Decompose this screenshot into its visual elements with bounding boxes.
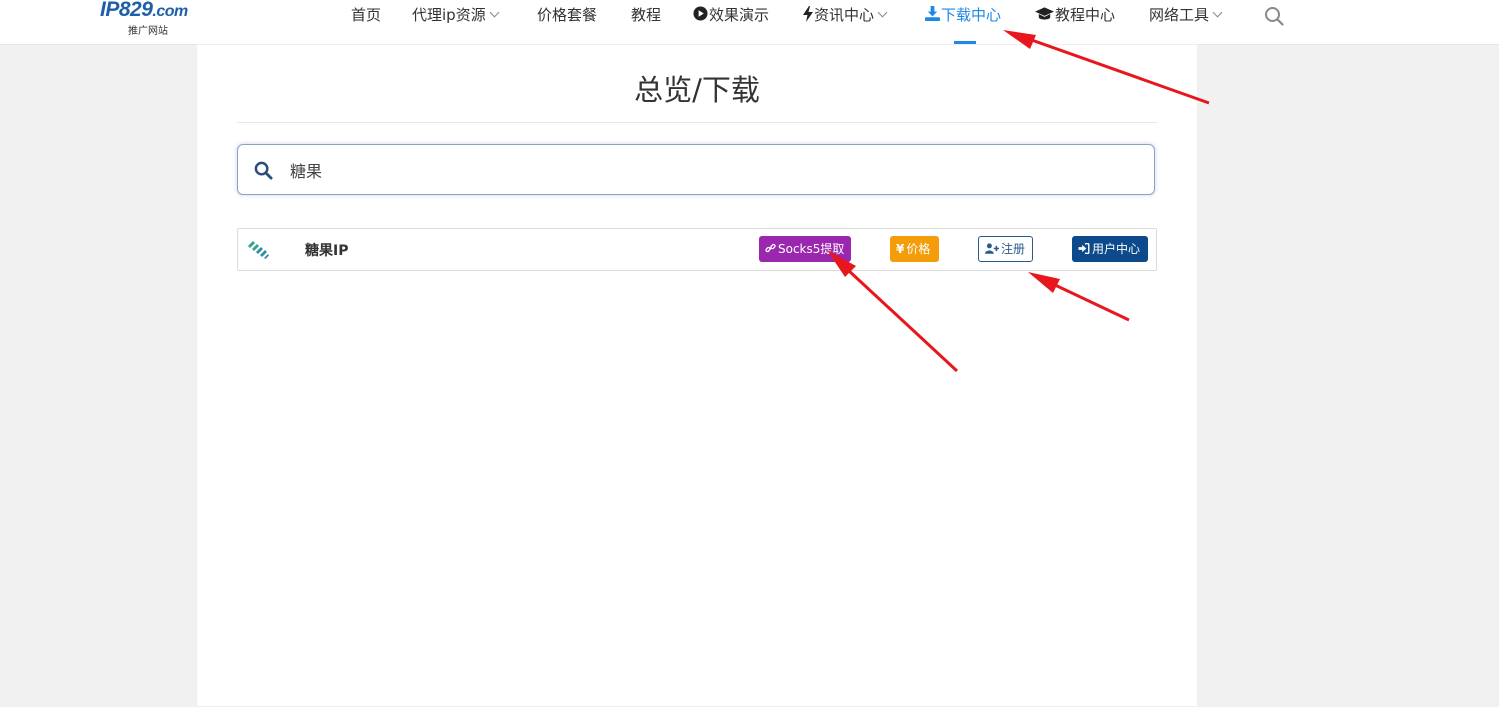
lightning-icon (803, 5, 813, 22)
site-logo[interactable]: IP829.com 推广网站 (100, 0, 210, 40)
nav-item-tutorial[interactable]: 教程 (631, 0, 661, 44)
search-input[interactable] (288, 155, 1132, 185)
top-navigation-bar: IP829.com 推广网站 首页 代理ip资源 价格套餐 教程 效果演示 资讯… (0, 0, 1499, 45)
nav-item-network-tools[interactable]: 网络工具 (1149, 0, 1223, 44)
graduation-cap-icon (1035, 6, 1054, 20)
logo-text: IP829.com (100, 0, 188, 21)
sign-in-icon (1078, 243, 1090, 254)
link-icon (765, 243, 776, 253)
nav-item-home[interactable]: 首页 (351, 0, 381, 44)
chevron-down-icon (489, 7, 500, 18)
download-overview-card: 总览/下载 糖果IP Socks5提取 ¥价格 注册 用户中心 (196, 44, 1198, 707)
result-row: 糖果IP Socks5提取 ¥ 价格 注册 用户中心 (237, 228, 1157, 271)
download-icon (925, 6, 940, 21)
result-name: 糖果IP (305, 243, 349, 259)
title-divider (237, 122, 1157, 123)
search-icon (254, 161, 273, 180)
user-plus-icon (985, 243, 999, 254)
logo-subtitle: 推广网站 (128, 26, 168, 37)
socks5-extract-button[interactable]: Socks5提取 (759, 236, 851, 262)
search-icon[interactable] (1264, 6, 1284, 26)
chevron-down-icon (877, 7, 888, 18)
play-circle-icon (693, 6, 708, 21)
tangguo-logo-icon (248, 241, 269, 259)
nav-item-tutorial-center[interactable]: 教程中心 (1035, 0, 1115, 44)
price-button[interactable]: ¥ 价格 (890, 236, 939, 262)
register-button[interactable]: 注册 (978, 236, 1033, 262)
nav-item-download-center[interactable]: 下载中心 (925, 0, 1001, 44)
nav-item-pricing[interactable]: 价格套餐 (537, 0, 597, 44)
chevron-down-icon (1212, 7, 1223, 18)
user-center-button[interactable]: 用户中心 (1072, 236, 1148, 262)
yen-icon: ¥ (896, 242, 905, 256)
search-box[interactable] (237, 144, 1155, 195)
nav-item-news-center[interactable]: 资讯中心 (803, 0, 888, 44)
page-title: 总览/下载 (634, 73, 760, 107)
nav-item-demo[interactable]: 效果演示 (693, 0, 769, 44)
nav-item-proxy-resources[interactable]: 代理ip资源 (412, 0, 500, 44)
